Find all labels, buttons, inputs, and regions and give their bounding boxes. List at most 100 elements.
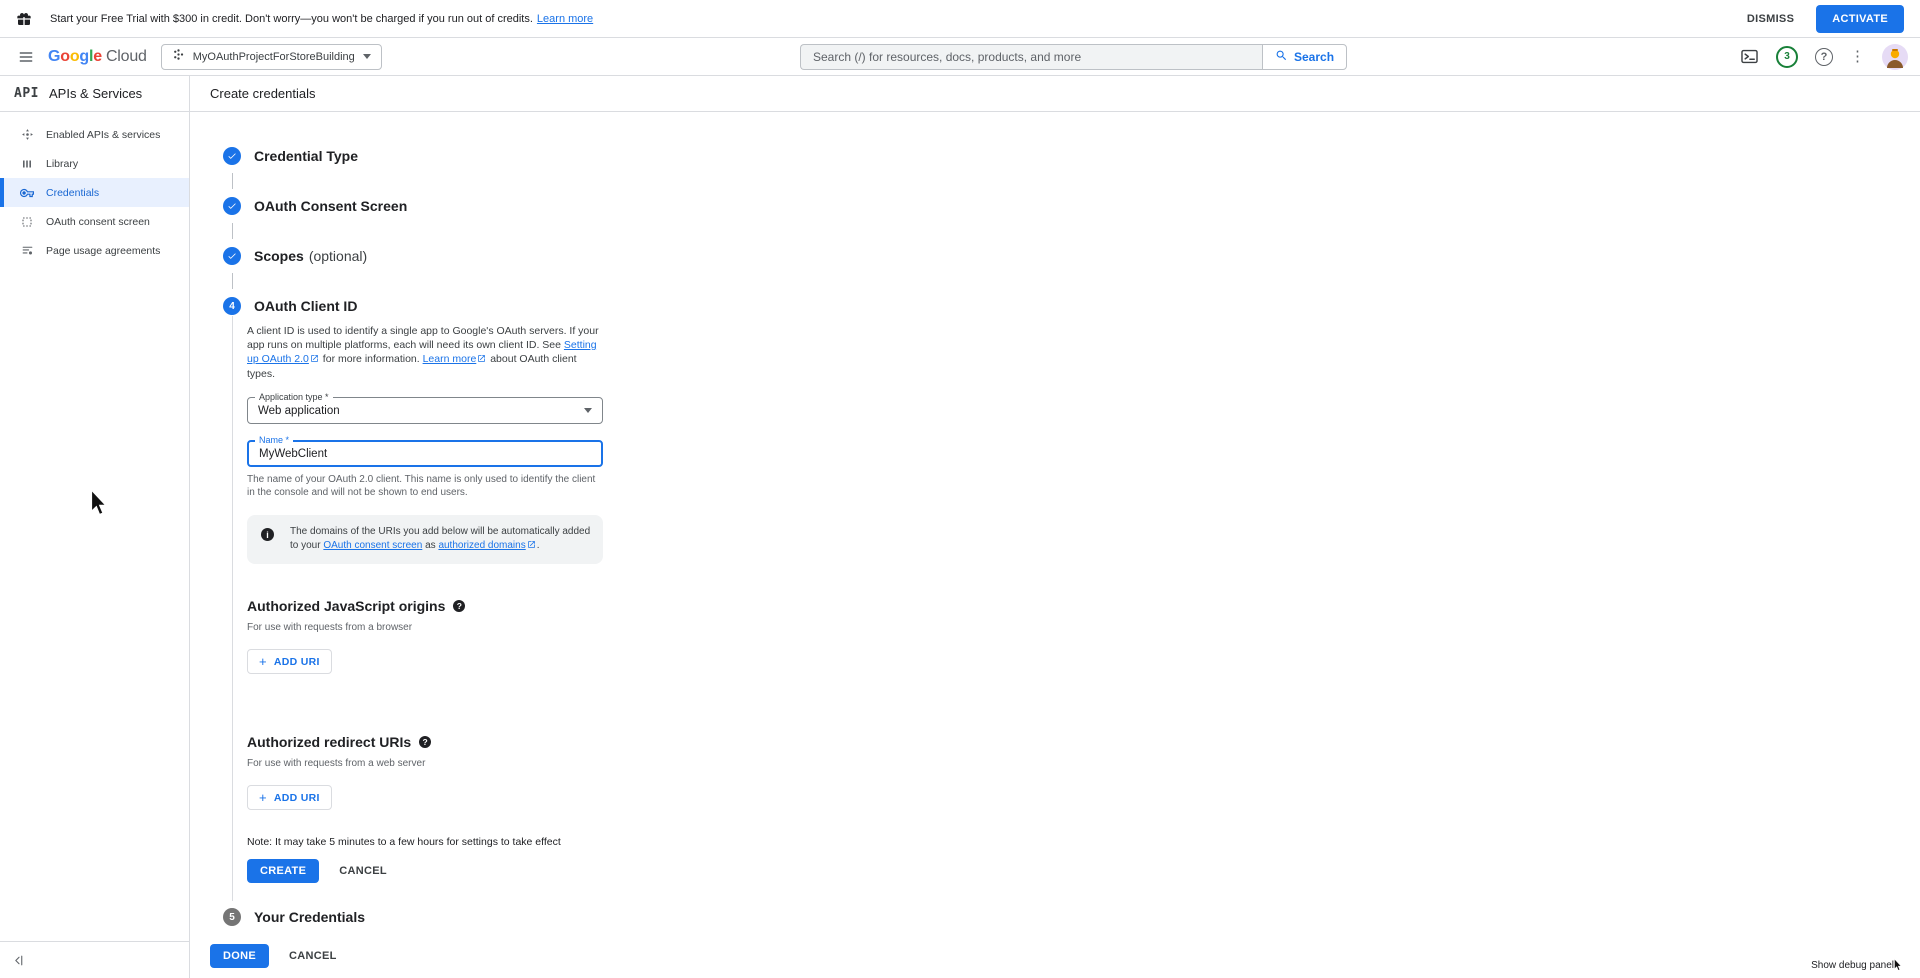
- step-oauth-consent-screen[interactable]: OAuth Consent Screen: [223, 196, 1920, 216]
- sidebar-item-label: Credentials: [46, 187, 99, 199]
- avatar[interactable]: [1882, 44, 1908, 70]
- plus-icon: +: [259, 791, 267, 804]
- show-debug-panel-label[interactable]: Show debug panel: [1811, 960, 1894, 971]
- sidebar: API APIs & Services Enabled APIs & servi…: [0, 76, 190, 978]
- footer-cancel-button[interactable]: CANCEL: [289, 950, 337, 962]
- check-circle-icon: [223, 197, 241, 215]
- logo-letter: o: [70, 48, 80, 66]
- js-origins-heading: Authorized JavaScript origins: [247, 598, 445, 614]
- dismiss-button[interactable]: DISMISS: [1747, 13, 1794, 25]
- key-icon: [20, 186, 34, 200]
- settings-note: Note: It may take 5 minutes to a few hou…: [247, 836, 1920, 848]
- sidebar-item-label: Library: [46, 158, 78, 170]
- step-oauth-client-id[interactable]: 4 OAuth Client ID: [223, 296, 1920, 316]
- application-type-field: Application type * Web application: [247, 397, 603, 424]
- sidebar-item-credentials[interactable]: Credentials: [0, 178, 189, 207]
- add-uri-label: ADD URI: [274, 792, 320, 804]
- step-your-credentials[interactable]: 5 Your Credentials: [223, 907, 1920, 927]
- top-header: Google Cloud MyOAuthProjectForStoreBuild…: [0, 38, 1920, 76]
- page-title: Create credentials: [210, 86, 316, 101]
- project-name: MyOAuthProjectForStoreBuilding: [193, 51, 355, 63]
- redirect-uris-heading: Authorized redirect URIs: [247, 734, 411, 750]
- search-button-label: Search: [1294, 50, 1334, 64]
- cancel-button[interactable]: CANCEL: [339, 865, 387, 877]
- add-uri-label: ADD URI: [274, 656, 320, 668]
- name-input[interactable]: [259, 448, 591, 460]
- sidebar-item-label: Page usage agreements: [46, 245, 160, 257]
- application-type-value: Web application: [258, 405, 340, 417]
- external-link-icon: [527, 540, 536, 554]
- help-icon[interactable]: ?: [1815, 48, 1833, 66]
- name-field-wrap: Name *: [247, 440, 603, 467]
- check-circle-icon: [223, 147, 241, 165]
- logo-letter: G: [48, 48, 60, 66]
- step-number-badge: 5: [223, 908, 241, 926]
- notifications-badge[interactable]: 3: [1776, 46, 1798, 68]
- gift-icon: [16, 11, 32, 27]
- sidebar-title: APIs & Services: [49, 86, 142, 101]
- learn-more-client-types-link[interactable]: Learn more: [423, 353, 477, 365]
- done-button[interactable]: DONE: [210, 944, 269, 968]
- application-type-label: Application type *: [255, 392, 333, 402]
- cloud-shell-icon[interactable]: [1740, 47, 1759, 66]
- js-origins-subtitle: For use with requests from a browser: [247, 622, 1920, 633]
- main-panel: Create credentials Credential Type O: [190, 76, 1920, 978]
- domains-info-box: i The domains of the URIs you add below …: [247, 515, 603, 564]
- redirect-uris-help-icon[interactable]: ?: [419, 736, 431, 748]
- learn-more-link[interactable]: Learn more: [537, 13, 593, 25]
- enabled-apis-icon: [20, 128, 34, 141]
- search-input[interactable]: [813, 50, 1250, 64]
- step-label: OAuth Consent Screen: [254, 198, 407, 214]
- free-trial-banner: Start your Free Trial with $300 in credi…: [0, 0, 1920, 38]
- project-selector[interactable]: MyOAuthProjectForStoreBuilding: [161, 44, 382, 70]
- sidebar-item-page-usage[interactable]: Page usage agreements: [0, 236, 189, 265]
- redirect-uris-section-title: Authorized redirect URIs ?: [247, 734, 1920, 750]
- logo-cloud-text: Cloud: [106, 48, 147, 66]
- add-redirect-uri-button[interactable]: + ADD URI: [247, 785, 332, 810]
- page-header: Create credentials: [190, 76, 1920, 112]
- sidebar-item-label: Enabled APIs & services: [46, 129, 160, 141]
- sidebar-item-library[interactable]: Library: [0, 149, 189, 178]
- step-number-badge: 4: [223, 297, 241, 315]
- sidebar-item-oauth-consent[interactable]: OAuth consent screen: [0, 207, 189, 236]
- hamburger-menu-icon[interactable]: [14, 45, 38, 69]
- project-icon: [172, 48, 185, 66]
- logo-letter: g: [79, 48, 89, 66]
- add-js-origin-uri-button[interactable]: + ADD URI: [247, 649, 332, 674]
- step-label: Your Credentials: [254, 909, 365, 925]
- consent-screen-icon: [20, 216, 34, 228]
- create-credentials-form: Credential Type OAuth Consent Screen: [190, 112, 1920, 934]
- client-id-description: A client ID is used to identify a single…: [247, 324, 603, 381]
- sidebar-footer: [0, 941, 189, 978]
- plus-icon: +: [259, 655, 267, 668]
- oauth-client-id-body: A client ID is used to identify a single…: [232, 316, 1920, 901]
- check-circle-icon: [223, 247, 241, 265]
- search-icon: [1275, 49, 1288, 65]
- sidebar-header: API APIs & Services: [0, 76, 189, 112]
- search-button[interactable]: Search: [1262, 44, 1347, 70]
- external-link-icon: [477, 353, 486, 367]
- collapse-sidebar-icon[interactable]: [12, 954, 25, 967]
- step-credential-type[interactable]: Credential Type: [223, 146, 1920, 166]
- step-label: Credential Type: [254, 148, 358, 164]
- create-button[interactable]: CREATE: [247, 859, 319, 883]
- js-origins-section-title: Authorized JavaScript origins ?: [247, 598, 1920, 614]
- more-options-icon[interactable]: ⋮: [1850, 49, 1865, 64]
- activate-button[interactable]: ACTIVATE: [1816, 5, 1904, 33]
- name-input-box: [247, 440, 603, 467]
- global-search: Search: [800, 44, 1347, 70]
- sidebar-item-enabled-apis[interactable]: Enabled APIs & services: [0, 120, 189, 149]
- oauth-consent-screen-link[interactable]: OAuth consent screen: [323, 540, 422, 551]
- logo-letter: e: [93, 48, 102, 66]
- agreements-icon: [20, 244, 34, 257]
- sidebar-item-label: OAuth consent screen: [46, 216, 150, 228]
- js-origins-help-icon[interactable]: ?: [453, 600, 465, 612]
- step-scopes[interactable]: Scopes (optional): [223, 246, 1920, 266]
- library-icon: [20, 158, 34, 170]
- google-cloud-logo[interactable]: Google Cloud: [48, 48, 147, 66]
- search-input-wrap: [800, 44, 1262, 70]
- chevron-down-icon: [363, 54, 371, 59]
- redirect-uris-subtitle: For use with requests from a web server: [247, 758, 1920, 769]
- form-footer: DONE CANCEL: [190, 934, 1920, 978]
- authorized-domains-link[interactable]: authorized domains: [438, 540, 525, 551]
